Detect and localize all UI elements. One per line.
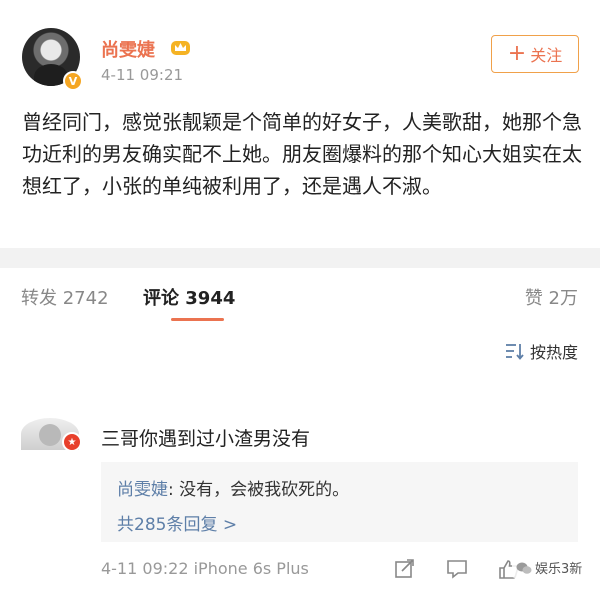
watermark: 娱乐3新 xyxy=(512,557,587,578)
view-replies-link[interactable]: 共285条回复 > xyxy=(117,510,237,535)
post-timestamp: 4-11 09:21 xyxy=(101,66,184,84)
tab-like[interactable]: 赞 2万 xyxy=(525,284,578,310)
tab-comment[interactable]: 评论 3944 xyxy=(143,284,235,310)
verified-badge: V xyxy=(63,71,83,91)
reply-line: 尚雯婕: 没有，会被我砍死的。 xyxy=(117,475,349,500)
tab-comment-count: 3944 xyxy=(185,288,236,309)
sort-icon xyxy=(505,344,524,360)
follow-label: 关注 xyxy=(530,46,563,65)
watermark-text: 娱乐3新 xyxy=(535,562,583,577)
tab-comment-label: 评论 xyxy=(143,288,179,309)
reply-box[interactable]: 尚雯婕: 没有，会被我砍死的。 共285条回复 > xyxy=(101,462,578,542)
reply-author[interactable]: 尚雯婕 xyxy=(117,480,168,500)
active-tab-indicator xyxy=(171,318,224,321)
comment-text: 三哥你遇到过小渣男没有 xyxy=(101,428,311,450)
post-header: V 尚雯婕 4-11 09:21 + 关注 xyxy=(0,0,600,100)
share-icon[interactable] xyxy=(394,559,416,579)
post-content: 曾经同门，感觉张靓颖是个简单的好女子，人美歌甜，她那个急功近利的男友确实配不上她… xyxy=(22,110,582,198)
wechat-icon xyxy=(516,562,532,574)
interaction-tabs: 转发 2742 评论 3944 赞 2万 xyxy=(0,268,600,326)
crown-icon xyxy=(171,41,190,55)
plus-icon: + xyxy=(507,41,527,66)
commenter-badge-icon: ★ xyxy=(62,432,82,452)
follow-button[interactable]: + 关注 xyxy=(491,35,579,73)
tab-repost[interactable]: 转发 2742 xyxy=(21,284,109,310)
sort-label: 按热度 xyxy=(529,343,578,362)
sort-by-hot-button[interactable]: 按热度 xyxy=(505,339,578,363)
section-divider xyxy=(0,248,600,268)
comment-icon[interactable] xyxy=(446,559,468,579)
reply-text: : 没有，会被我砍死的。 xyxy=(168,480,350,500)
username[interactable]: 尚雯婕 xyxy=(101,36,155,62)
comment-meta: 4-11 09:22 iPhone 6s Plus xyxy=(101,559,309,578)
